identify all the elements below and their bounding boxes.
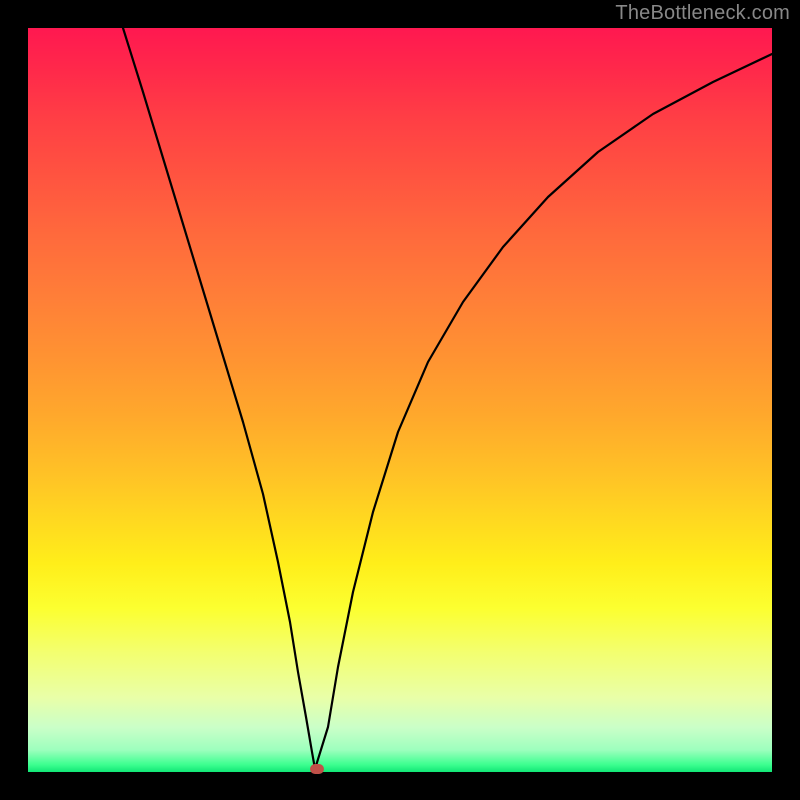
bottleneck-curve <box>28 28 772 772</box>
plot-area <box>28 28 772 772</box>
chart-frame: TheBottleneck.com <box>0 0 800 800</box>
curve-minimum-marker <box>310 764 324 774</box>
watermark-text: TheBottleneck.com <box>615 2 790 25</box>
